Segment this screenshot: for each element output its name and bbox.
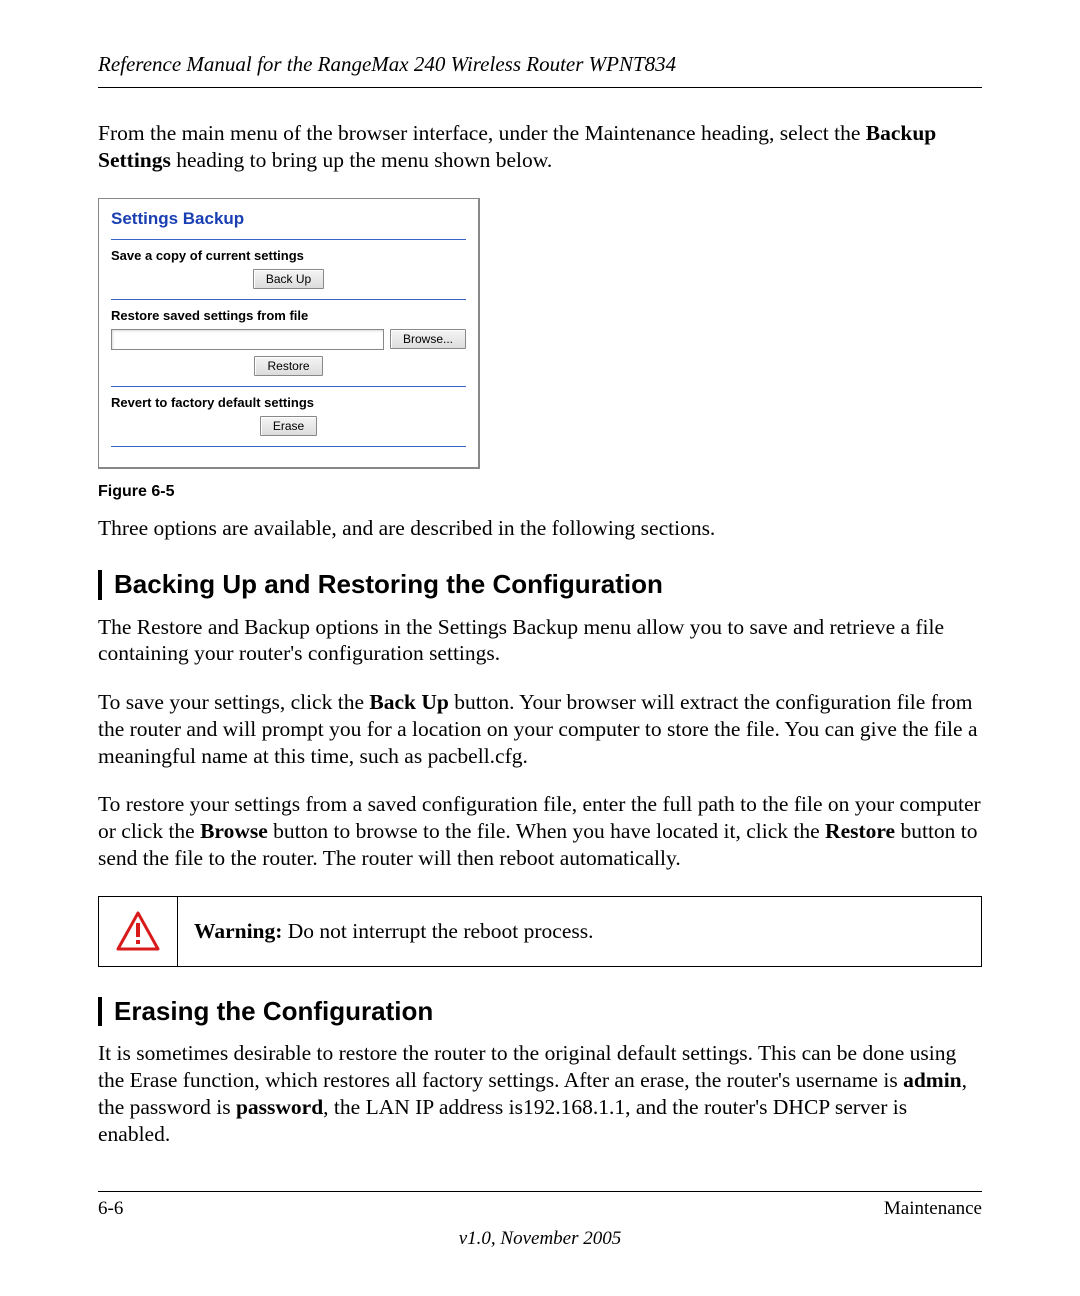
intro-paragraph: From the main menu of the browser interf…: [98, 120, 982, 174]
restore-label: Restore saved settings from file: [111, 308, 466, 323]
panel-sep-2: [111, 299, 466, 300]
chapter-name: Maintenance: [884, 1198, 982, 1220]
s1p2-bold: Back Up: [369, 690, 448, 714]
s2p1-bold1: admin: [903, 1068, 962, 1092]
figure-label: Figure 6-5: [98, 483, 982, 501]
panel-sep-1: [111, 239, 466, 240]
header-rule: [98, 87, 982, 88]
intro-pre: From the main menu of the browser interf…: [98, 121, 866, 145]
panel-sep-3: [111, 386, 466, 387]
s2p1-a: It is sometimes desirable to restore the…: [98, 1041, 956, 1092]
running-head: Reference Manual for the RangeMax 240 Wi…: [98, 52, 982, 77]
s1p3-b: button to browse to the file. When you h…: [268, 819, 825, 843]
warning-icon-cell: [99, 897, 178, 966]
after-figure-text: Three options are available, and are des…: [98, 515, 982, 542]
section1-p3: To restore your settings from a saved co…: [98, 791, 982, 872]
section-bar-2: [98, 997, 102, 1027]
doc-version: v1.0, November 2005: [98, 1228, 982, 1250]
intro-post: heading to bring up the menu shown below…: [171, 148, 552, 172]
save-copy-label: Save a copy of current settings: [111, 248, 466, 263]
footer-rule: [98, 1191, 982, 1192]
section1-title: Backing Up and Restoring the Configurati…: [114, 570, 663, 600]
warning-body: Do not interrupt the reboot process.: [282, 919, 593, 943]
panel-sep-4: [111, 446, 466, 447]
backup-button[interactable]: Back Up: [253, 269, 324, 289]
section2-title: Erasing the Configuration: [114, 997, 433, 1027]
erase-button[interactable]: Erase: [260, 416, 317, 436]
settings-backup-panel: Settings Backup Save a copy of current s…: [98, 198, 480, 469]
s1p3-bold2: Restore: [825, 819, 895, 843]
browse-button[interactable]: Browse...: [390, 329, 466, 349]
page-number: 6-6: [98, 1198, 123, 1220]
warning-text: Warning: Do not interrupt the reboot pro…: [178, 897, 981, 966]
warning-box: Warning: Do not interrupt the reboot pro…: [98, 896, 982, 967]
restore-button[interactable]: Restore: [254, 356, 322, 376]
warning-icon: [116, 911, 160, 951]
panel-title: Settings Backup: [111, 209, 466, 229]
s1p2-a: To save your settings, click the: [98, 690, 369, 714]
warning-label: Warning:: [194, 919, 282, 943]
page-footer: 6-6 Maintenance v1.0, November 2005: [98, 1191, 982, 1250]
section1-p2: To save your settings, click the Back Up…: [98, 689, 982, 770]
s2p1-bold2: password: [236, 1095, 323, 1119]
section-bar-1: [98, 570, 102, 600]
section2-p1: It is sometimes desirable to restore the…: [98, 1040, 982, 1148]
restore-file-input[interactable]: [111, 329, 384, 350]
s1p3-bold1: Browse: [200, 819, 268, 843]
revert-label: Revert to factory default settings: [111, 395, 466, 410]
section1-p1: The Restore and Backup options in the Se…: [98, 614, 982, 668]
